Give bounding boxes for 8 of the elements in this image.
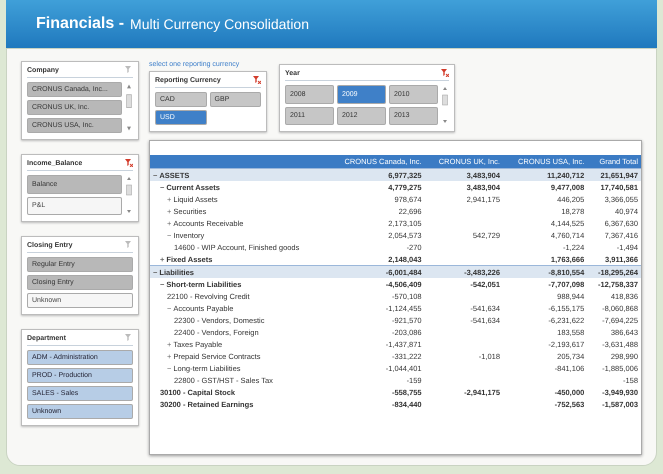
filter-icon[interactable]	[441, 69, 449, 77]
scroll-bar[interactable]	[125, 82, 133, 133]
scroll-bar[interactable]	[125, 175, 133, 215]
dashboard-subtitle: Multi Currency Consolidation	[130, 16, 309, 32]
dashboard-title: Financials -	[36, 15, 124, 33]
filter-icon[interactable]	[253, 76, 261, 84]
scroll-bar[interactable]	[441, 85, 449, 125]
filter-icon[interactable]	[125, 159, 133, 167]
